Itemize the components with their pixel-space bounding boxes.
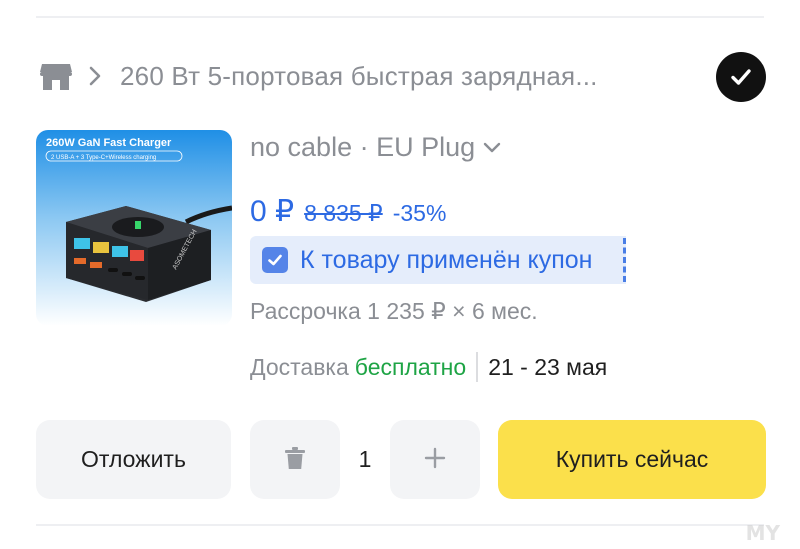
delivery-info: Доставка бесплатно 21 - 23 мая (250, 352, 607, 382)
store-row[interactable]: 260 Вт 5-портовая быстрая зарядная... (36, 52, 766, 102)
chevron-down-icon (483, 142, 501, 154)
store-icon[interactable] (36, 56, 76, 96)
store-product-title[interactable]: 260 Вт 5-портовая быстрая зарядная... (120, 61, 598, 92)
delivery-separator (476, 352, 479, 382)
quantity-value: 1 (358, 446, 372, 472)
banner-title: 260W GaN Fast Charger (46, 137, 172, 149)
coupon-applied-badge[interactable]: К товару применён купон (250, 236, 626, 284)
product-image[interactable]: 260W GaN Fast Charger 2 USB-A + 3 Type-C… (36, 130, 232, 326)
plus-icon (424, 447, 446, 472)
increase-quantity-button[interactable] (390, 420, 480, 499)
chevron-right-icon (88, 64, 112, 88)
banner-subtitle: 2 USB-A + 3 Type-C+Wireless charging (51, 155, 156, 161)
delete-button[interactable] (250, 420, 340, 499)
installment-info[interactable]: Рассрочка 1 235 ₽ × 6 мес. (250, 298, 538, 325)
selected-check-icon[interactable] (716, 52, 766, 102)
checkbox-icon (262, 247, 288, 273)
trash-icon (284, 446, 306, 473)
bottom-divider (36, 524, 764, 526)
old-price: 8 835 ₽ (304, 200, 383, 226)
coupon-text: К товару применён купон (300, 245, 593, 274)
buy-now-button[interactable]: Купить сейчас (498, 420, 766, 499)
variant-selector[interactable]: no cable · EU Plug (250, 132, 501, 163)
delivery-label: Доставка (250, 353, 349, 380)
top-divider (36, 16, 764, 18)
discount-badge: -35% (392, 200, 447, 226)
save-for-later-button[interactable]: Отложить (36, 420, 231, 499)
watermark: MY (745, 521, 780, 545)
price-row: 0 ₽ 8 835 ₽ -35% (250, 194, 446, 229)
variant-label: no cable · EU Plug (250, 132, 476, 162)
delivery-cost: бесплатно (354, 353, 467, 380)
current-price: 0 ₽ (250, 195, 295, 228)
delivery-dates: 21 - 23 мая (488, 353, 608, 380)
